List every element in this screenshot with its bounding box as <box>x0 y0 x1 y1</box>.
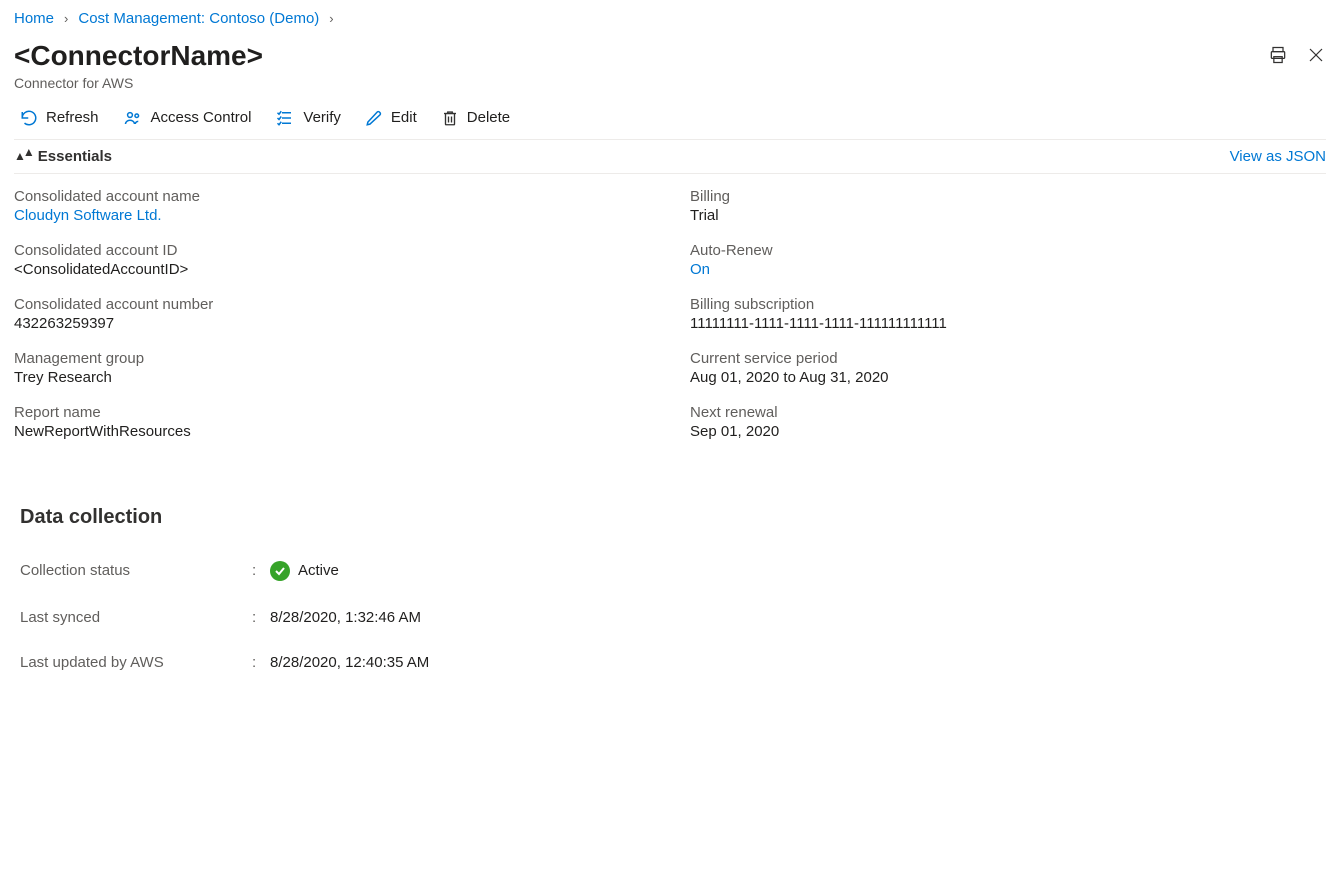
checklist-icon <box>275 109 295 127</box>
last-updated-row: Last updated by AWS : 8/28/2020, 12:40:3… <box>14 640 1326 685</box>
property-label: Consolidated account number <box>14 296 650 313</box>
property-value[interactable]: On <box>690 259 1326 278</box>
property-label: Next renewal <box>690 404 1326 421</box>
last-updated-label: Last updated by AWS <box>20 654 252 671</box>
property-value: 11111111-1111-1111-1111-111111111111 <box>690 313 1326 332</box>
property-label: Report name <box>14 404 650 421</box>
essentials-col-right: BillingTrial Auto-RenewOn Billing subscrip… <box>690 188 1326 458</box>
property-label: Consolidated account name <box>14 188 650 205</box>
edit-label: Edit <box>391 109 417 126</box>
verify-button[interactable]: Verify <box>275 109 341 127</box>
close-icon[interactable] <box>1306 45 1326 65</box>
last-synced-value: 8/28/2020, 1:32:46 AM <box>270 609 421 626</box>
trash-icon <box>441 109 459 127</box>
property-value: NewReportWithResources <box>14 421 650 440</box>
essentials-property: Management groupTrey Research <box>14 350 650 386</box>
property-label: Auto-Renew <box>690 242 1326 259</box>
breadcrumb: Home › Cost Management: Contoso (Demo) › <box>14 0 1326 33</box>
refresh-icon <box>20 109 38 127</box>
chevron-right-icon: › <box>329 11 333 26</box>
property-label: Billing subscription <box>690 296 1326 313</box>
property-value: Aug 01, 2020 to Aug 31, 2020 <box>690 367 1326 386</box>
essentials-property: Next renewalSep 01, 2020 <box>690 404 1326 440</box>
essentials-label: Essentials <box>38 148 112 165</box>
essentials-toggle[interactable]: ▲▲ Essentials <box>14 148 112 165</box>
chevron-up-icon: ▲▲ <box>14 149 32 163</box>
command-bar: Refresh Access Control Verify Edit Delet… <box>14 91 1326 140</box>
property-value: Sep 01, 2020 <box>690 421 1326 440</box>
essentials-property: Report nameNewReportWithResources <box>14 404 650 440</box>
status-active-icon <box>270 561 290 581</box>
property-value: <ConsolidatedAccountID> <box>14 259 650 278</box>
pencil-icon <box>365 109 383 127</box>
property-value: 432263259397 <box>14 313 650 332</box>
property-label: Current service period <box>690 350 1326 367</box>
access-control-label: Access Control <box>151 109 252 126</box>
essentials-property: Consolidated account nameCloudyn Softwar… <box>14 188 650 224</box>
page-subtitle: Connector for AWS <box>14 73 1268 91</box>
chevron-right-icon: › <box>64 11 68 26</box>
essentials-col-left: Consolidated account nameCloudyn Softwar… <box>14 188 650 458</box>
print-icon[interactable] <box>1268 45 1288 65</box>
delete-button[interactable]: Delete <box>441 109 510 127</box>
people-icon <box>123 109 143 127</box>
essentials-property: BillingTrial <box>690 188 1326 224</box>
essentials-property: Auto-RenewOn <box>690 242 1326 278</box>
last-synced-label: Last synced <box>20 609 252 626</box>
refresh-label: Refresh <box>46 109 99 126</box>
property-value[interactable]: Cloudyn Software Ltd. <box>14 205 650 224</box>
collection-status-row: Collection status : Active <box>14 547 1326 595</box>
collection-status-value: Active <box>270 561 339 581</box>
edit-button[interactable]: Edit <box>365 109 417 127</box>
property-label: Billing <box>690 188 1326 205</box>
access-control-button[interactable]: Access Control <box>123 109 252 127</box>
essentials-property: Consolidated account number432263259397 <box>14 296 650 332</box>
last-synced-row: Last synced : 8/28/2020, 1:32:46 AM <box>14 595 1326 640</box>
page-header: <ConnectorName> Connector for AWS <box>14 33 1326 91</box>
page-title: <ConnectorName> <box>14 39 1268 73</box>
property-value: Trial <box>690 205 1326 224</box>
refresh-button[interactable]: Refresh <box>20 109 99 127</box>
verify-label: Verify <box>303 109 341 126</box>
breadcrumb-cost-management[interactable]: Cost Management: Contoso (Demo) <box>78 10 319 27</box>
essentials-property: Consolidated account ID<ConsolidatedAcco… <box>14 242 650 278</box>
last-updated-value: 8/28/2020, 12:40:35 AM <box>270 654 429 671</box>
delete-label: Delete <box>467 109 510 126</box>
property-label: Management group <box>14 350 650 367</box>
property-label: Consolidated account ID <box>14 242 650 259</box>
data-collection-heading: Data collection <box>14 466 1326 547</box>
property-value: Trey Research <box>14 367 650 386</box>
essentials-grid: Consolidated account nameCloudyn Softwar… <box>14 174 1326 466</box>
breadcrumb-home[interactable]: Home <box>14 10 54 27</box>
view-as-json-link[interactable]: View as JSON <box>1230 148 1326 165</box>
essentials-property: Current service periodAug 01, 2020 to Au… <box>690 350 1326 386</box>
essentials-header: ▲▲ Essentials View as JSON <box>14 140 1326 174</box>
essentials-property: Billing subscription11111111-1111-1111-1… <box>690 296 1326 332</box>
collection-status-label: Collection status <box>20 562 252 579</box>
